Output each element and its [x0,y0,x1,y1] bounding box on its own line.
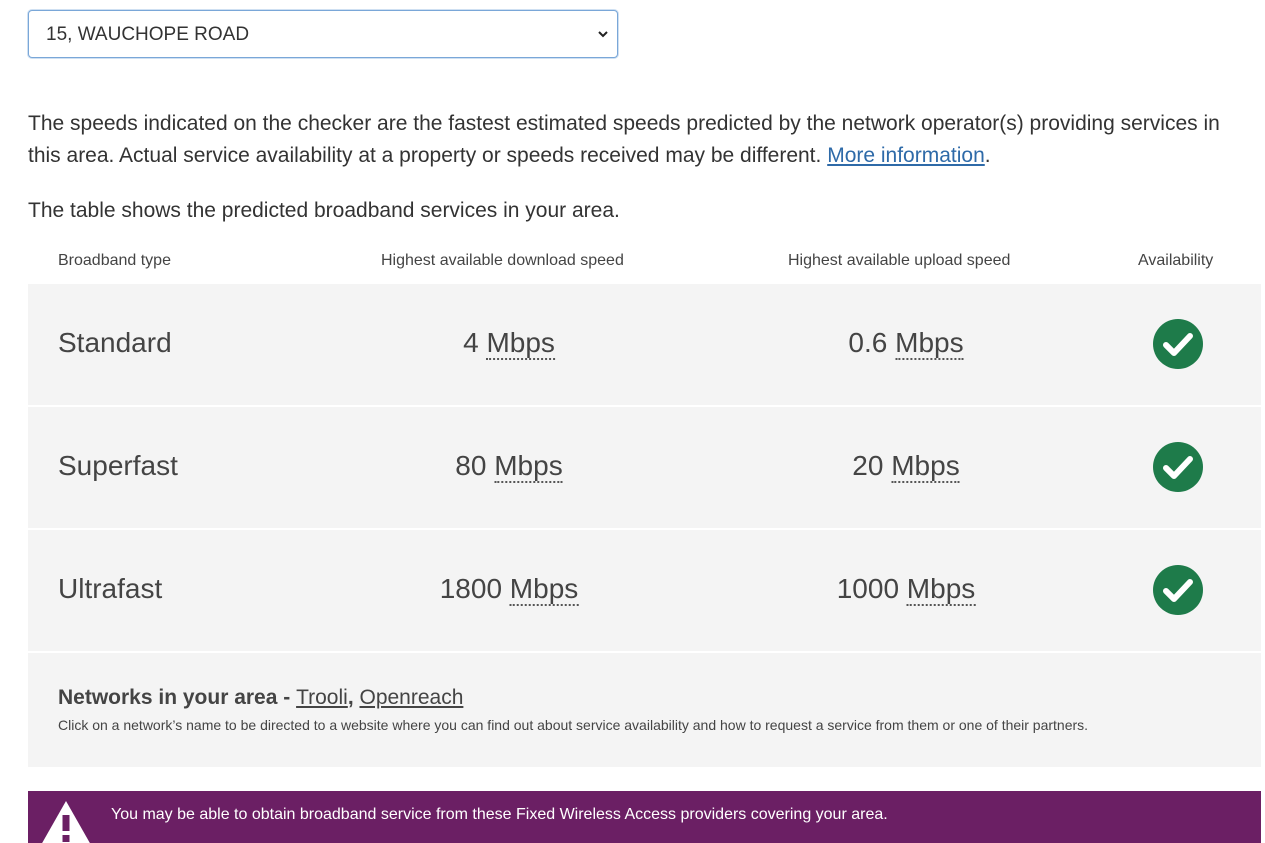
table-row: Superfast 80 Mbps 20 Mbps [28,407,1261,530]
download-speed: 4 Mbps [463,327,555,360]
more-information-link[interactable]: More information [827,144,985,167]
broadband-type: Ultrafast [58,573,163,604]
table-intro: The table shows the predicted broadband … [28,199,620,222]
networks-note: Click on a network’s name to be directed… [58,717,1089,733]
upload-value: 0.6 [848,327,888,358]
download-value: 80 [455,450,487,481]
header-upload-speed: Highest available upload speed [788,252,1011,269]
speed-unit[interactable]: Mbps [509,573,579,606]
speed-unit[interactable]: Mbps [891,450,960,483]
table-row: Standard 4 Mbps 0.6 Mbps [28,284,1261,407]
networks-panel: Networks in your area - Trooli, Openreac… [28,653,1261,767]
network-separator: , [347,686,360,709]
address-select-value: 15, WAUCHOPE ROAD [46,24,250,45]
chevron-down-icon [598,31,608,38]
address-select[interactable]: 15, WAUCHOPE ROAD [28,10,618,58]
download-value: 1800 [439,573,503,604]
fwa-banner-text: You may be able to obtain broadband serv… [111,806,888,823]
upload-speed: 20 Mbps [852,450,960,483]
download-speed: 1800 Mbps [439,573,579,606]
broadband-type: Standard [58,327,172,358]
network-link-openreach[interactable]: Openreach [359,686,463,709]
network-link-trooli[interactable]: Trooli [296,686,348,709]
upload-value: 1000 [836,573,900,604]
fwa-banner: You may be able to obtain broadband serv… [28,791,1261,843]
header-broadband-type: Broadband type [58,252,171,269]
broadband-table: Standard 4 Mbps 0.6 Mbps Superfast 80 Mb… [28,284,1261,653]
header-download-speed: Highest available download speed [381,252,624,269]
check-circle-icon [1153,565,1203,615]
download-speed: 80 Mbps [455,450,563,483]
speed-disclaimer: The speeds indicated on the checker are … [28,108,1253,172]
check-circle-icon [1153,442,1203,492]
header-availability: Availability [1138,252,1214,269]
warning-icon [42,801,90,843]
speed-disclaimer-text: The speeds indicated on the checker are … [28,112,1220,167]
broadband-checker-page: 15, WAUCHOPE ROAD The speeds indicated o… [0,0,1265,843]
networks-title-label: Networks in your area - [58,686,297,709]
upload-value: 20 [852,450,884,481]
speed-unit[interactable]: Mbps [494,450,563,483]
check-circle-icon [1153,319,1203,369]
broadband-type: Superfast [58,450,178,481]
table-row: Ultrafast 1800 Mbps 1000 Mbps [28,530,1261,653]
networks-title: Networks in your area - Trooli, Openreac… [58,686,463,710]
download-value: 4 [463,327,479,358]
upload-speed: 1000 Mbps [836,573,976,606]
speed-unit[interactable]: Mbps [906,573,976,606]
speed-unit[interactable]: Mbps [895,327,964,360]
upload-speed: 0.6 Mbps [848,327,964,360]
speed-disclaimer-end: . [984,144,991,167]
speed-unit[interactable]: Mbps [486,327,555,360]
